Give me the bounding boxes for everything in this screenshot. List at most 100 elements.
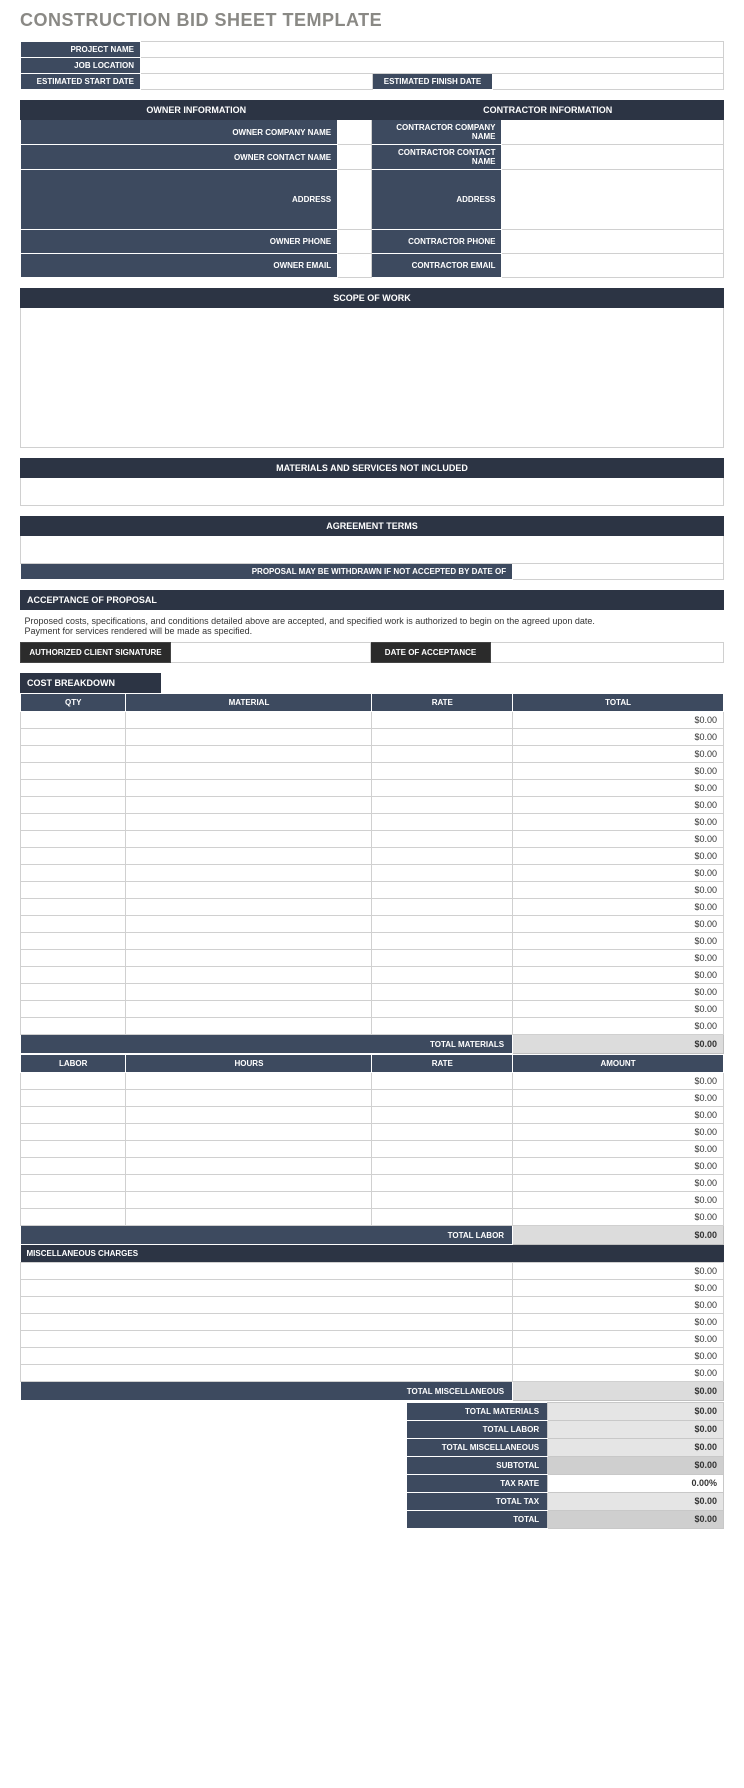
hours-cell[interactable] [126, 1175, 372, 1192]
rate-cell[interactable] [372, 814, 513, 831]
material-cell[interactable] [126, 797, 372, 814]
owner-contact-field[interactable] [338, 145, 372, 170]
material-cell[interactable] [126, 1001, 372, 1018]
qty-cell[interactable] [21, 933, 126, 950]
rate-cell[interactable] [372, 882, 513, 899]
labor-cell[interactable] [21, 1209, 126, 1226]
rate-cell[interactable] [372, 1141, 513, 1158]
misc-desc-cell[interactable] [21, 1314, 513, 1331]
rate-cell[interactable] [372, 831, 513, 848]
material-cell[interactable] [126, 746, 372, 763]
material-cell[interactable] [126, 848, 372, 865]
qty-cell[interactable] [21, 797, 126, 814]
qty-cell[interactable] [21, 780, 126, 797]
contractor-address-field[interactable] [502, 170, 724, 230]
contractor-phone-field[interactable] [502, 230, 724, 254]
owner-company-field[interactable] [338, 120, 372, 145]
job-location-field[interactable] [141, 58, 724, 74]
rate-cell[interactable] [372, 797, 513, 814]
labor-cell[interactable] [21, 1158, 126, 1175]
material-cell[interactable] [126, 831, 372, 848]
date-accept-field[interactable] [491, 643, 724, 663]
qty-cell[interactable] [21, 865, 126, 882]
material-cell[interactable] [126, 899, 372, 916]
rate-cell[interactable] [372, 933, 513, 950]
qty-cell[interactable] [21, 712, 126, 729]
sum-taxrate-value[interactable]: 0.00% [548, 1474, 724, 1492]
contractor-email-field[interactable] [502, 254, 724, 278]
labor-cell[interactable] [21, 1175, 126, 1192]
qty-cell[interactable] [21, 848, 126, 865]
material-cell[interactable] [126, 967, 372, 984]
qty-cell[interactable] [21, 1001, 126, 1018]
est-finish-field[interactable] [493, 74, 724, 90]
contractor-contact-field[interactable] [502, 145, 724, 170]
rate-cell[interactable] [372, 1192, 513, 1209]
rate-cell[interactable] [372, 1090, 513, 1107]
misc-desc-cell[interactable] [21, 1280, 513, 1297]
rate-cell[interactable] [372, 1073, 513, 1090]
qty-cell[interactable] [21, 1018, 126, 1035]
qty-cell[interactable] [21, 831, 126, 848]
rate-cell[interactable] [372, 848, 513, 865]
owner-address-field[interactable] [338, 170, 372, 230]
material-cell[interactable] [126, 984, 372, 1001]
labor-cell[interactable] [21, 1192, 126, 1209]
material-cell[interactable] [126, 933, 372, 950]
rate-cell[interactable] [372, 780, 513, 797]
hours-cell[interactable] [126, 1192, 372, 1209]
qty-cell[interactable] [21, 967, 126, 984]
labor-cell[interactable] [21, 1107, 126, 1124]
labor-cell[interactable] [21, 1090, 126, 1107]
misc-desc-cell[interactable] [21, 1331, 513, 1348]
hours-cell[interactable] [126, 1073, 372, 1090]
rate-cell[interactable] [372, 916, 513, 933]
qty-cell[interactable] [21, 899, 126, 916]
material-cell[interactable] [126, 1018, 372, 1035]
rate-cell[interactable] [372, 746, 513, 763]
labor-cell[interactable] [21, 1124, 126, 1141]
rate-cell[interactable] [372, 1158, 513, 1175]
owner-email-field[interactable] [338, 254, 372, 278]
rate-cell[interactable] [372, 1209, 513, 1226]
material-cell[interactable] [126, 712, 372, 729]
material-cell[interactable] [126, 780, 372, 797]
hours-cell[interactable] [126, 1090, 372, 1107]
qty-cell[interactable] [21, 763, 126, 780]
scope-field[interactable] [21, 308, 724, 448]
material-cell[interactable] [126, 916, 372, 933]
qty-cell[interactable] [21, 729, 126, 746]
hours-cell[interactable] [126, 1209, 372, 1226]
rate-cell[interactable] [372, 1175, 513, 1192]
rate-cell[interactable] [372, 967, 513, 984]
qty-cell[interactable] [21, 882, 126, 899]
material-cell[interactable] [126, 763, 372, 780]
rate-cell[interactable] [372, 763, 513, 780]
material-cell[interactable] [126, 814, 372, 831]
labor-cell[interactable] [21, 1141, 126, 1158]
rate-cell[interactable] [372, 950, 513, 967]
rate-cell[interactable] [372, 865, 513, 882]
material-cell[interactable] [126, 729, 372, 746]
rate-cell[interactable] [372, 729, 513, 746]
qty-cell[interactable] [21, 950, 126, 967]
contractor-company-field[interactable] [502, 120, 724, 145]
material-cell[interactable] [126, 865, 372, 882]
labor-cell[interactable] [21, 1073, 126, 1090]
material-cell[interactable] [126, 882, 372, 899]
hours-cell[interactable] [126, 1124, 372, 1141]
qty-cell[interactable] [21, 984, 126, 1001]
rate-cell[interactable] [372, 1018, 513, 1035]
rate-cell[interactable] [372, 899, 513, 916]
material-cell[interactable] [126, 950, 372, 967]
agreement-field[interactable] [21, 536, 724, 564]
signature-field[interactable] [171, 643, 371, 663]
rate-cell[interactable] [372, 1001, 513, 1018]
not-included-field[interactable] [21, 478, 724, 506]
rate-cell[interactable] [372, 1107, 513, 1124]
owner-phone-field[interactable] [338, 230, 372, 254]
hours-cell[interactable] [126, 1158, 372, 1175]
qty-cell[interactable] [21, 916, 126, 933]
withdraw-date-field[interactable] [513, 564, 724, 580]
hours-cell[interactable] [126, 1107, 372, 1124]
